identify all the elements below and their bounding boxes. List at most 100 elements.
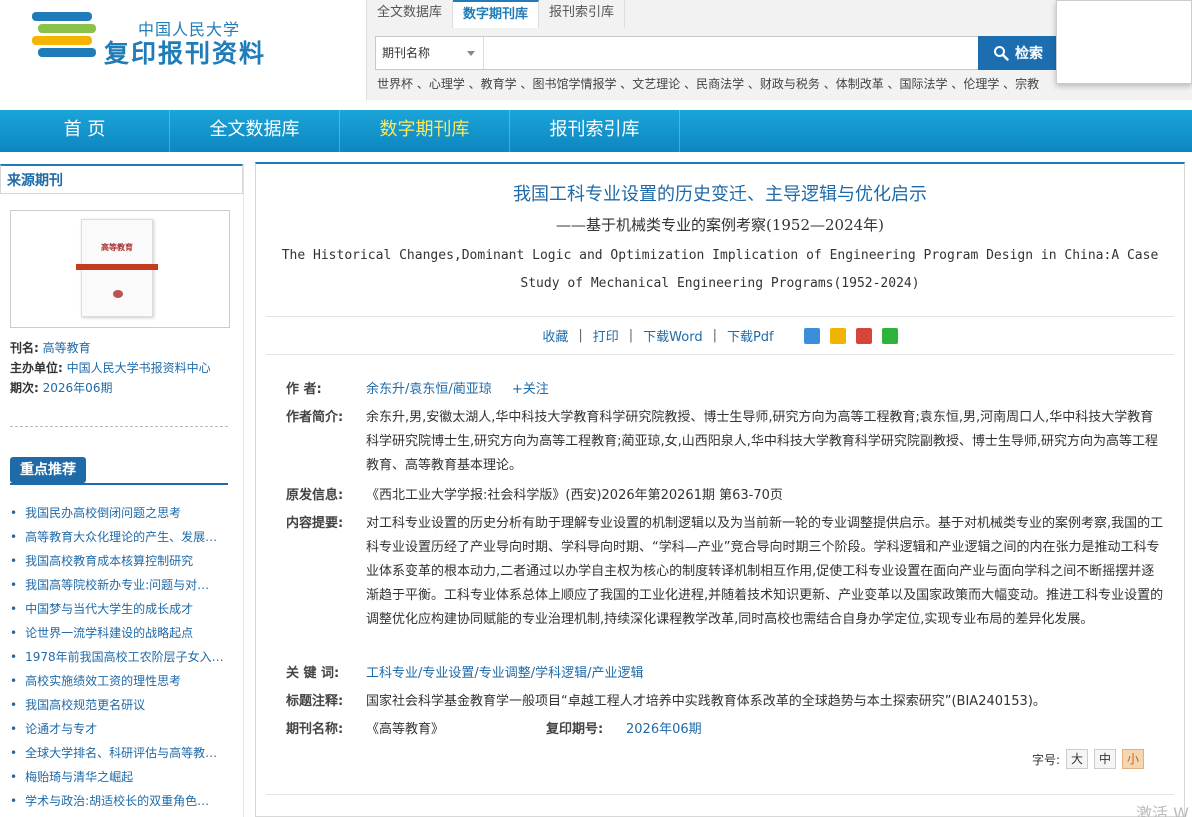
journal-meta: 刊名: 高等教育 主办单位: 中国人民大学书报资料中心 期次: 2026年06期 (10, 338, 211, 398)
title-divider (266, 316, 1174, 317)
share-plus-icon[interactable] (803, 327, 820, 344)
footer-divider (266, 794, 1174, 795)
recommend-list: 我国民办高校倒闭问题之思考 高等教育大众化理论的产生、发展… 我国高校教育成本核… (10, 502, 230, 814)
source-text: 《西北工业大学学报:社会科学版》(西安)2026年第20261期 第63-70页 (366, 488, 783, 503)
recommend-item[interactable]: 论世界一流学科建设的战略起点 (10, 622, 230, 646)
note-text: 国家社会科学基金教育学一般项目“卓越工程人才培养中实践教育体系改革的全球趋势与本… (366, 694, 1046, 709)
search-button[interactable]: 检索 (978, 36, 1058, 70)
search-field-value: 期刊名称 (382, 46, 431, 60)
article-english-title: The Historical Changes,Dominant Logic an… (281, 248, 1159, 291)
authors-label: 作 者: (286, 382, 322, 397)
abstract-label: 内容提要: (286, 516, 344, 531)
reprint-link[interactable]: 2026年06期 (626, 722, 702, 737)
main-nav: 首 页 全文数据库 数字期刊库 报刊索引库 (0, 110, 1192, 152)
article-panel: 我国工科专业设置的历史变迁、主导逻辑与优化启示 ——基于机械类专业的案例考察(1… (255, 162, 1185, 817)
font-size-small[interactable]: 小 (1122, 749, 1144, 769)
recommend-item[interactable]: 梅贻琦与清华之崛起 (10, 766, 230, 790)
note-row: 标题注释: 国家社会科学基金教育学一般项目“卓越工程人才培养中实践教育体系改革的… (286, 690, 1166, 714)
share-weibo-icon[interactable] (855, 327, 872, 344)
source-label: 原发信息: (286, 488, 344, 503)
authors-row: 作 者: 余东升/袁东恒/蔺亚琼 +关注 (286, 378, 1166, 402)
recommend-item[interactable]: 我国高校教育成本核算控制研究 (10, 550, 230, 574)
recommend-item[interactable]: 我国民办高校倒闭问题之思考 (10, 502, 230, 526)
recommend-item[interactable]: 我国高校规范更名研议 (10, 694, 230, 718)
search-input[interactable] (486, 37, 976, 69)
sidebar-title: 来源期刊 (0, 164, 243, 194)
search-bar: 期刊名称 检索 (375, 36, 1058, 70)
cover-image: 高等教育 (76, 219, 158, 317)
share-qzone-icon[interactable] (829, 327, 846, 344)
bio-label: 作者简介: (286, 410, 344, 425)
activation-watermark: 激活 W (1136, 804, 1189, 817)
divider (10, 426, 228, 427)
recommend-divider (10, 483, 228, 485)
bio-text: 余东升,男,安徽太湖人,华中科技大学教育科学研究院教授、博士生导师,研究方向为高… (366, 410, 1159, 473)
journal-cover[interactable]: 高等教育 (10, 210, 230, 328)
site-logo[interactable]: 中国人民大学 复印报刊资料 (30, 8, 270, 68)
follow-button[interactable]: +关注 (512, 382, 549, 397)
search-tabs: 全文数据库 数字期刊库 报刊索引库 (367, 0, 626, 28)
recommend-item[interactable]: 中国梦与当代大学生的成长成才 (10, 598, 230, 622)
authors-links[interactable]: 余东升/袁东恒/蔺亚琼 (366, 382, 492, 397)
font-size-large[interactable]: 大 (1066, 749, 1088, 769)
share-wechat-icon[interactable] (881, 327, 898, 344)
separator: | (578, 328, 583, 343)
tab-index[interactable]: 报刊索引库 (539, 0, 626, 28)
keywords-links[interactable]: 工科专业/专业设置/专业调整/学科逻辑/产业逻辑 (366, 666, 644, 681)
recommend-item[interactable]: 1978年前我国高校工农阶层子女入… (10, 646, 230, 670)
recommend-title: 重点推荐 (10, 457, 86, 483)
print-link[interactable]: 打印 (593, 326, 619, 345)
download-pdf-link[interactable]: 下载Pdf (727, 326, 774, 345)
journal-name-value[interactable]: 高等教育 (43, 341, 91, 355)
keywords-label: 关 键 词: (286, 666, 340, 681)
logo-books-icon (32, 12, 96, 57)
article-actions: 收藏 | 打印 | 下载Word | 下载Pdf (256, 326, 1184, 345)
keywords-row: 关 键 词: 工科专业/专业设置/专业调整/学科逻辑/产业逻辑 (286, 662, 1166, 686)
reprint-label: 复印期号: (546, 722, 604, 737)
bio-row: 作者简介: 余东升,男,安徽太湖人,华中科技大学教育科学研究院教授、博士生导师,… (286, 406, 1166, 478)
nav-fulltext[interactable]: 全文数据库 (170, 110, 340, 152)
recommend-item[interactable]: 高校实施绩效工资的理性思考 (10, 670, 230, 694)
separator: | (628, 328, 634, 343)
issue-value[interactable]: 2026年06期 (43, 381, 113, 395)
nav-index[interactable]: 报刊索引库 (510, 110, 680, 152)
nav-home[interactable]: 首 页 (0, 110, 170, 152)
recommend-item[interactable]: 全球大学排名、科研评估与高等教… (10, 742, 230, 766)
hot-keywords[interactable]: 世界杯 、心理学 、教育学 、图书馆学情报学 、文艺理论 、民商法学 、财政与税… (377, 75, 1039, 92)
search-icon (994, 46, 1009, 61)
journal-link[interactable]: 《高等教育》 (366, 722, 444, 737)
issue-label: 期次: (10, 381, 39, 395)
journal-label: 期刊名称: (286, 722, 344, 737)
source-row: 原发信息: 《西北工业大学学报:社会科学版》(西安)2026年第20261期 第… (286, 484, 1166, 508)
actions-divider (266, 354, 1174, 355)
recommend-item[interactable]: 学术与政治:胡适校长的双重角色… (10, 790, 230, 814)
popup-panel (1056, 0, 1192, 84)
font-size-medium[interactable]: 中 (1094, 749, 1116, 769)
chevron-down-icon (467, 51, 475, 56)
host-value[interactable]: 中国人民大学书报资料中心 (67, 361, 211, 375)
host-label: 主办单位: (10, 361, 63, 375)
cover-title: 高等教育 (101, 243, 133, 252)
abstract-text: 对工科专业设置的历史分析有助于理解专业设置的机制逻辑以及为当前新一轮的专业调整提… (366, 516, 1164, 627)
abstract-row: 内容提要: 对工科专业设置的历史分析有助于理解专业设置的机制逻辑以及为当前新一轮… (286, 512, 1166, 632)
journal-name-label: 刊名: (10, 341, 39, 355)
favorite-link[interactable]: 收藏 (542, 326, 568, 345)
journal-row: 期刊名称: 《高等教育》 复印期号: 2026年06期 (286, 718, 1166, 742)
font-size-control: 字号: 大 中 小 (1032, 749, 1144, 769)
recommend-item[interactable]: 我国高等院校新办专业:问题与对… (10, 574, 230, 598)
tab-digital-journals[interactable]: 数字期刊库 (453, 0, 540, 28)
recommend-item[interactable]: 高等教育大众化理论的产生、发展… (10, 526, 230, 550)
logo-line2: 复印报刊资料 (104, 39, 267, 68)
article-subtitle: ——基于机械类专业的案例考察(1952—2024年) (555, 216, 885, 234)
separator: | (712, 328, 717, 343)
recommend-item[interactable]: 论通才与专才 (10, 718, 230, 742)
cover-emblem (113, 290, 123, 298)
nav-digital-journals[interactable]: 数字期刊库 (340, 110, 510, 152)
download-word-link[interactable]: 下载Word (643, 326, 702, 345)
font-size-label: 字号: (1031, 752, 1060, 767)
search-field-select[interactable]: 期刊名称 (376, 37, 484, 69)
cover-band (76, 264, 158, 270)
sidebar: 来源期刊 高等教育 刊名: 高等教育 主办单位: 中国人民大学书报资料中心 期次… (0, 164, 244, 817)
tab-fulltext[interactable]: 全文数据库 (367, 0, 454, 28)
search-button-label: 检索 (1015, 45, 1043, 61)
